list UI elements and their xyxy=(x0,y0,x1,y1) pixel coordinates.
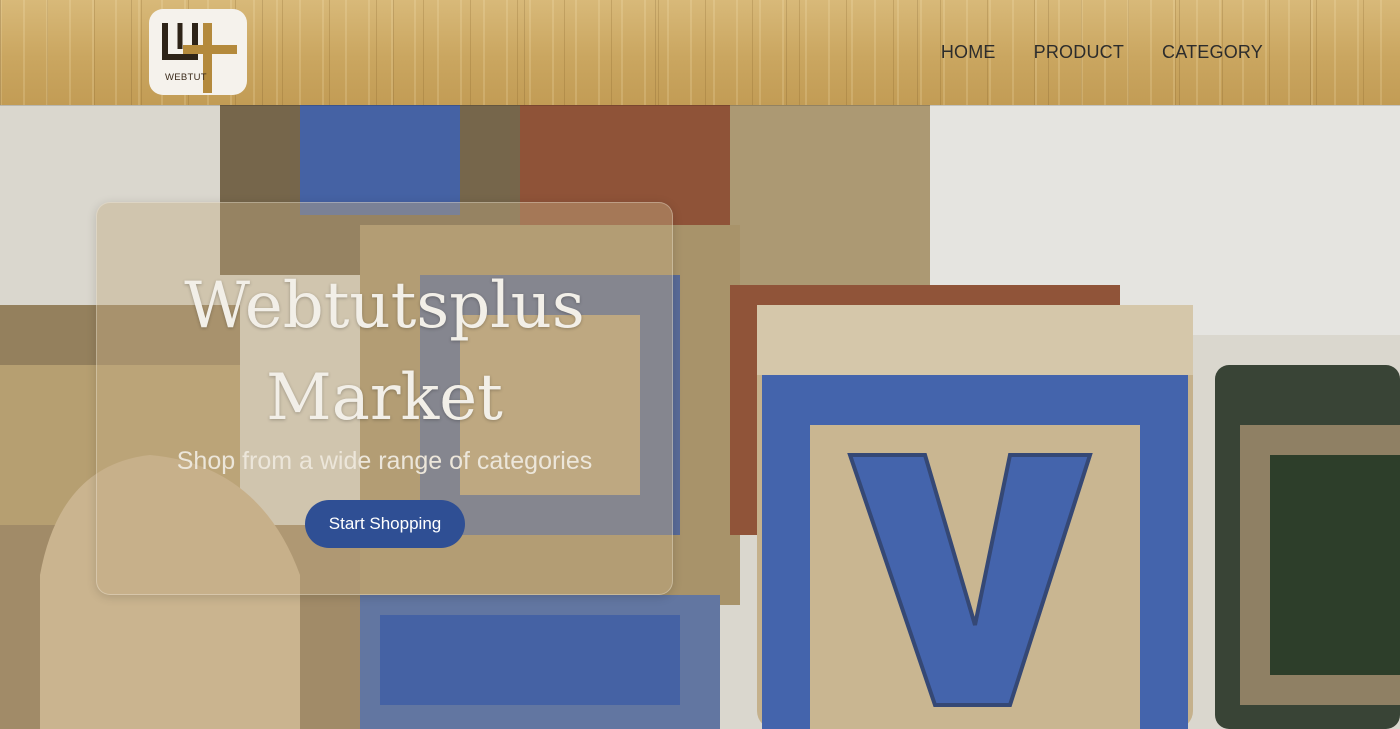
hero-title: Webtutsplus Market xyxy=(97,260,672,444)
nav-category[interactable]: CATEGORY xyxy=(1162,42,1263,63)
hero-title-line1: Webtutsplus xyxy=(184,269,585,343)
page: WEBTUT HOME PRODUCT CATEGORY Webtutsplus… xyxy=(0,0,1400,729)
logo-text: WEBTUT xyxy=(165,72,207,83)
hero-title-line2: Market xyxy=(266,361,503,435)
site-logo[interactable]: WEBTUT xyxy=(149,9,247,95)
site-header: WEBTUT HOME PRODUCT CATEGORY xyxy=(0,0,1400,105)
hero-section: Webtutsplus Market Shop from a wide rang… xyxy=(0,105,1400,729)
nav-product[interactable]: PRODUCT xyxy=(1034,42,1124,63)
hero-card: Webtutsplus Market Shop from a wide rang… xyxy=(96,202,673,595)
main-nav: HOME PRODUCT CATEGORY xyxy=(941,42,1263,63)
start-shopping-button[interactable]: Start Shopping xyxy=(305,500,465,548)
hero-subtitle: Shop from a wide range of categories xyxy=(176,447,593,475)
nav-home[interactable]: HOME xyxy=(941,42,996,63)
